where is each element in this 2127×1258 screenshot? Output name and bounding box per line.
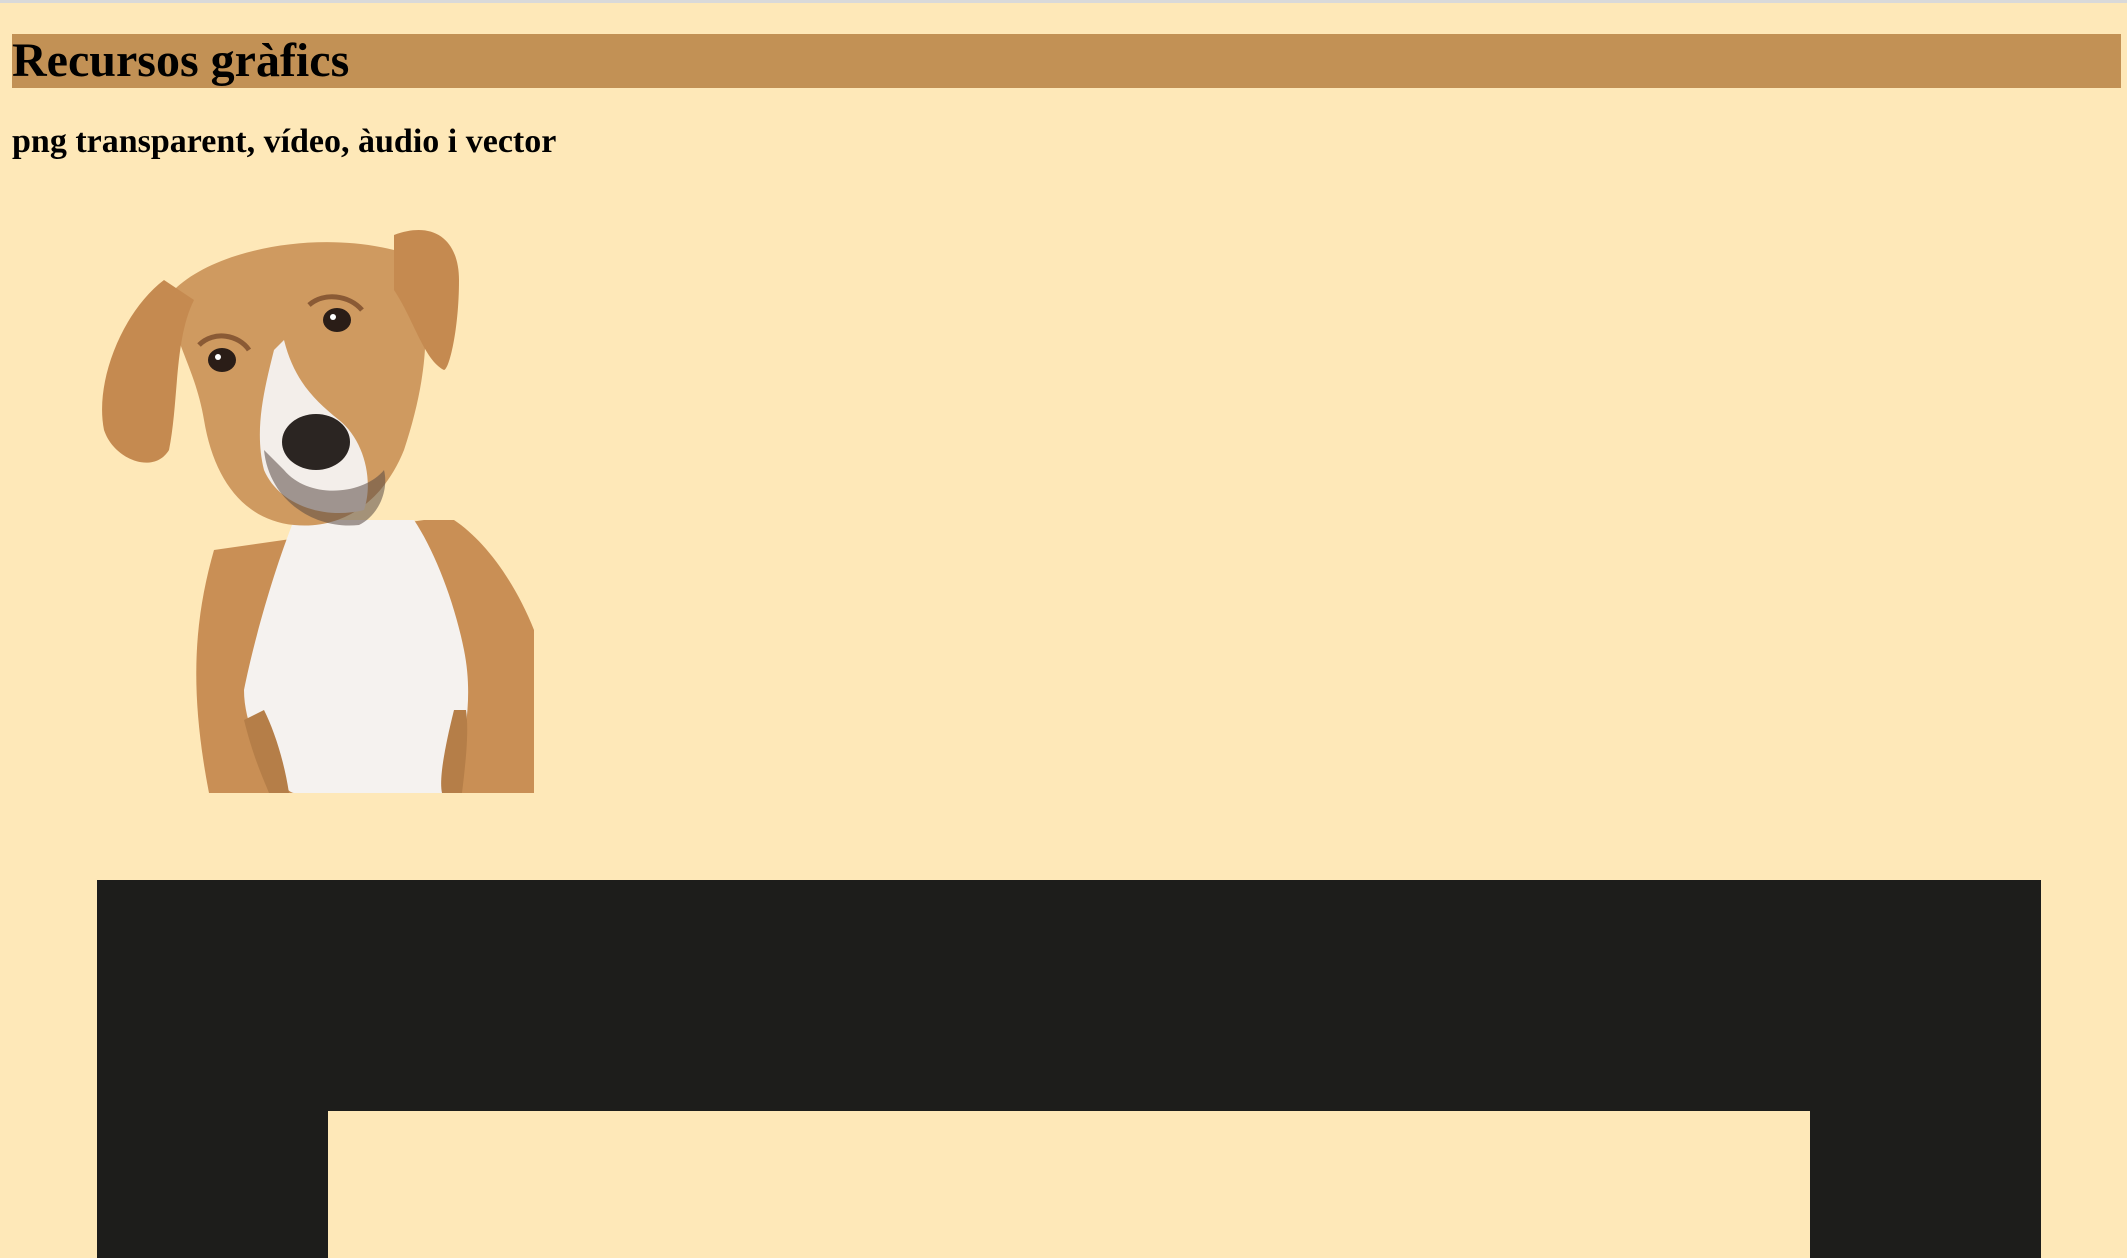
dog-nose xyxy=(282,414,350,470)
page-title: Recursos gràfics xyxy=(12,34,350,87)
page-subtitle: png transparent, vídeo, àudio i vector xyxy=(12,123,557,160)
dog-eye-right xyxy=(323,308,351,332)
vector-frame-shape xyxy=(97,880,2041,1258)
dog-ear-left xyxy=(102,280,194,463)
top-border xyxy=(0,0,2127,3)
dog-eye-left xyxy=(208,348,236,372)
black-frame-vector xyxy=(97,880,2041,1258)
dog-image xyxy=(102,230,534,793)
